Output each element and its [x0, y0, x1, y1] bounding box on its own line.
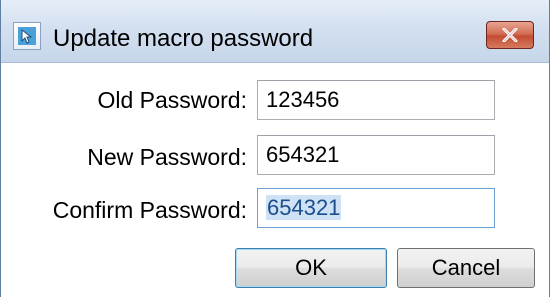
- app-icon: [13, 22, 41, 50]
- new-password-value: 654321: [266, 142, 340, 167]
- old-password-field[interactable]: 123456: [257, 80, 495, 120]
- close-button[interactable]: [486, 21, 534, 49]
- confirm-password-value: 654321: [266, 195, 342, 220]
- new-password-label: New Password:: [87, 144, 247, 170]
- ok-button[interactable]: OK: [235, 248, 387, 288]
- title-bar[interactable]: Update macro password: [1, 0, 549, 63]
- old-password-value: 123456: [266, 87, 340, 112]
- new-password-field[interactable]: 654321: [257, 135, 495, 175]
- cancel-button[interactable]: Cancel: [397, 248, 535, 288]
- old-password-label: Old Password:: [97, 87, 247, 113]
- dialog-title: Update macro password: [53, 25, 314, 52]
- confirm-password-field[interactable]: 654321: [257, 188, 495, 228]
- dialog-window: Update macro password Old Password: 1234…: [0, 0, 550, 297]
- confirm-password-label: Confirm Password:: [52, 197, 247, 223]
- close-x-icon: [502, 28, 518, 42]
